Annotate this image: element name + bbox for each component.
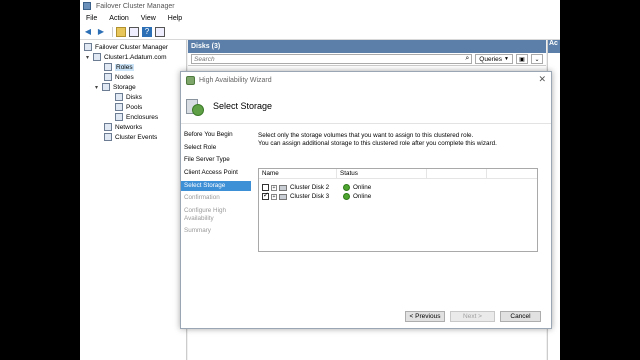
step-client-access-point[interactable]: Client Access Point bbox=[181, 169, 251, 177]
chevron-down-icon: ▼ bbox=[504, 56, 509, 62]
list-item[interactable]: + Cluster Disk 3 Online bbox=[262, 191, 372, 201]
console-tree-icon[interactable] bbox=[129, 26, 139, 37]
description: Select only the storage volumes that you… bbox=[258, 132, 548, 148]
expand-plus-icon[interactable]: + bbox=[271, 193, 277, 200]
wizard-title: High Availability Wizard bbox=[199, 76, 272, 84]
step-confirmation: Confirmation bbox=[184, 194, 220, 201]
close-icon[interactable]: ✕ bbox=[538, 74, 546, 85]
description-line-1: Select only the storage volumes that you… bbox=[258, 132, 474, 139]
tree-item-roles[interactable]: Roles bbox=[104, 62, 134, 72]
menu-action[interactable]: Action bbox=[103, 15, 134, 22]
search-box[interactable]: ⌕ bbox=[191, 54, 473, 64]
cluster-manager-app-icon bbox=[83, 2, 91, 10]
expand-button[interactable]: ⌄ bbox=[531, 54, 543, 64]
window-title: Failover Cluster Manager bbox=[96, 2, 175, 10]
list-item[interactable]: + Cluster Disk 2 Online bbox=[262, 183, 371, 192]
wizard-buttons: < Previous Next > Cancel bbox=[405, 311, 541, 322]
disk-icon bbox=[279, 184, 287, 191]
disk-name: Cluster Disk 2 bbox=[290, 184, 330, 191]
search-input[interactable] bbox=[194, 55, 394, 63]
disks-icon bbox=[115, 93, 123, 101]
step-select-role[interactable]: Select Role bbox=[181, 144, 251, 152]
collapse-chevron-icon[interactable]: ▾ bbox=[86, 54, 92, 61]
disk-status: Online bbox=[353, 193, 372, 200]
step-configure-high-availability: Configure High Availability bbox=[184, 207, 227, 222]
networks-icon bbox=[104, 123, 112, 131]
disk-2-checkbox[interactable] bbox=[262, 184, 269, 191]
back-arrow-icon[interactable]: ◀ bbox=[83, 27, 93, 37]
cluster-manager-icon bbox=[84, 43, 92, 51]
step-before-you-begin[interactable]: Before You Begin bbox=[181, 131, 251, 139]
screen: Failover Cluster Manager File Action Vie… bbox=[80, 0, 560, 360]
save-query-button[interactable]: ▣ bbox=[516, 54, 528, 64]
cluster-icon bbox=[93, 53, 101, 61]
tree-item-cluster[interactable]: ▾ Cluster1.Adatum.com bbox=[86, 52, 167, 62]
action-pane-icon[interactable] bbox=[155, 26, 165, 37]
help-icon[interactable]: ? bbox=[142, 26, 152, 37]
storage-list: Name Status + Cluster Disk 2 Online + bbox=[258, 168, 538, 252]
save-icon: ▣ bbox=[519, 56, 525, 63]
pools-icon bbox=[115, 103, 123, 111]
console-tree: Failover Cluster Manager ▾ Cluster1.Adat… bbox=[80, 40, 187, 360]
menu-help[interactable]: Help bbox=[162, 15, 188, 22]
step-select-storage[interactable]: Select Storage bbox=[181, 181, 251, 191]
list-header: Name Status bbox=[259, 169, 537, 179]
disk-icon bbox=[279, 193, 287, 200]
tree-item-disks[interactable]: Disks bbox=[115, 92, 142, 102]
column-empty bbox=[427, 169, 487, 178]
collapse-chevron-icon[interactable]: ▾ bbox=[95, 84, 101, 91]
online-status-icon bbox=[343, 193, 350, 200]
menubar: File Action View Help bbox=[80, 12, 560, 24]
search-bar: ⌕ Queries ▼ ▣ ⌄ bbox=[188, 53, 546, 66]
column-name[interactable]: Name bbox=[259, 169, 337, 178]
events-icon bbox=[104, 133, 112, 141]
toolbar-separator bbox=[112, 26, 113, 37]
disk-name: Cluster Disk 3 bbox=[290, 193, 330, 200]
tree-item-pools[interactable]: Pools bbox=[115, 102, 142, 112]
forward-arrow-icon[interactable]: ▶ bbox=[96, 27, 106, 37]
folder-icon[interactable] bbox=[116, 26, 126, 37]
roles-icon bbox=[104, 63, 112, 71]
tree-item-networks[interactable]: Networks bbox=[104, 122, 142, 132]
next-button[interactable]: Next > bbox=[450, 311, 495, 322]
description-line-2: You can assign additional storage to thi… bbox=[258, 140, 497, 147]
high-availability-wizard: High Availability Wizard ✕ Select Storag… bbox=[180, 71, 552, 329]
disk-status: Online bbox=[353, 184, 372, 191]
actions-header: Ac bbox=[548, 40, 560, 53]
step-summary: Summary bbox=[184, 227, 211, 234]
menu-file[interactable]: File bbox=[80, 15, 103, 22]
center-header: Disks (3) bbox=[188, 40, 546, 53]
cancel-button[interactable]: Cancel bbox=[500, 311, 541, 322]
wizard-header: Select Storage bbox=[181, 88, 551, 124]
wizard-steps: Before You Begin Select Role File Server… bbox=[181, 125, 251, 329]
disk-3-checkbox[interactable] bbox=[262, 191, 269, 200]
tree-item-cluster-events[interactable]: Cluster Events bbox=[104, 132, 157, 142]
enclosures-icon bbox=[115, 113, 123, 121]
chevron-down-icon: ⌄ bbox=[534, 56, 540, 63]
step-file-server-type[interactable]: File Server Type bbox=[181, 156, 251, 164]
column-status[interactable]: Status bbox=[337, 169, 427, 178]
toolbar: ◀ ▶ ? bbox=[80, 24, 560, 40]
tree-item-storage[interactable]: ▾ Storage bbox=[95, 82, 136, 92]
online-status-icon bbox=[343, 184, 350, 191]
tree-item-failover-cluster-manager[interactable]: Failover Cluster Manager bbox=[84, 42, 168, 52]
menu-view[interactable]: View bbox=[135, 15, 162, 22]
page-title: Select Storage bbox=[213, 100, 273, 111]
search-icon[interactable]: ⌕ bbox=[465, 55, 469, 63]
queries-button[interactable]: Queries ▼ bbox=[475, 54, 513, 64]
wizard-app-icon bbox=[186, 75, 195, 85]
tree-item-nodes[interactable]: Nodes bbox=[104, 72, 134, 82]
storage-wizard-icon bbox=[186, 96, 206, 116]
nodes-icon bbox=[104, 73, 112, 81]
wizard-titlebar: High Availability Wizard ✕ bbox=[181, 72, 551, 88]
expand-plus-icon[interactable]: + bbox=[271, 184, 277, 191]
tree-item-enclosures[interactable]: Enclosures bbox=[115, 112, 158, 122]
main-titlebar: Failover Cluster Manager bbox=[80, 0, 560, 12]
storage-icon bbox=[102, 83, 110, 91]
previous-button[interactable]: < Previous bbox=[405, 311, 445, 322]
